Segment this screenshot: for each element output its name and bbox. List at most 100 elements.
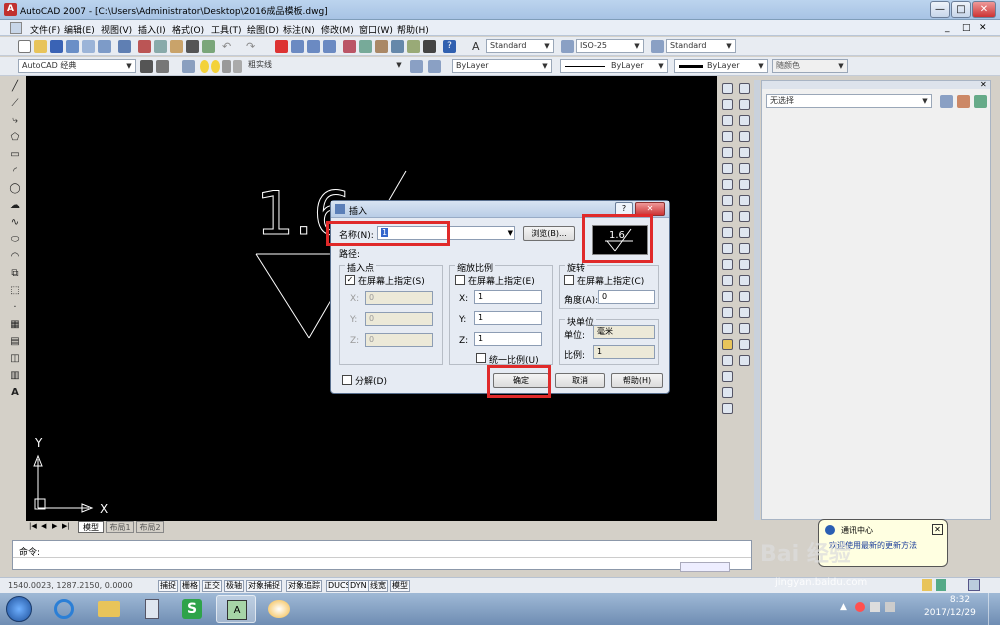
offset-icon[interactable]: [722, 131, 733, 142]
tab-next-icon[interactable]: ▶: [52, 522, 57, 530]
properties-icon[interactable]: [343, 40, 356, 53]
insert-block-icon[interactable]: ⧉: [9, 268, 21, 280]
tab-model[interactable]: 模型: [78, 521, 104, 533]
extend-icon[interactable]: [722, 243, 733, 254]
layer-color-icon[interactable]: [233, 60, 242, 73]
polar-toggle[interactable]: 极轴: [224, 580, 244, 592]
undo-icon[interactable]: ↶: [222, 40, 235, 53]
radius-dim-icon[interactable]: [739, 147, 750, 158]
quick-dim-icon[interactable]: [739, 211, 750, 222]
menu-edit[interactable]: 编辑(E): [64, 23, 95, 36]
tool-palettes-icon[interactable]: [375, 40, 388, 53]
layer-manager-icon[interactable]: [182, 60, 195, 73]
point-icon[interactable]: ·: [9, 302, 21, 314]
revcloud-icon[interactable]: ☁: [9, 200, 21, 212]
copy-object-icon[interactable]: [722, 99, 733, 110]
move-icon[interactable]: [722, 163, 733, 174]
menu-help[interactable]: 帮助(H): [397, 23, 429, 36]
explode-icon[interactable]: [722, 339, 733, 350]
browse-button[interactable]: 浏览(B)...: [523, 226, 575, 241]
gradient-icon[interactable]: ▤: [9, 336, 21, 348]
menu-insert[interactable]: 插入(I): [138, 23, 166, 36]
comm-center-icon[interactable]: [936, 579, 946, 591]
dim-edit-icon[interactable]: [739, 307, 750, 318]
make-block-icon[interactable]: ⬚: [9, 285, 21, 297]
menu-modify[interactable]: 修改(M): [321, 23, 354, 36]
text-style-icon[interactable]: A: [472, 40, 485, 53]
osnap-toggle[interactable]: 对象捕捉: [246, 580, 282, 592]
scale-y-input[interactable]: 1: [474, 311, 542, 325]
clock-time[interactable]: 8:32: [940, 595, 980, 605]
chamfer-icon[interactable]: [722, 307, 733, 318]
scale-x-input[interactable]: 1: [474, 290, 542, 304]
angular-dim-icon[interactable]: [739, 195, 750, 206]
redo-icon[interactable]: ↷: [246, 40, 259, 53]
line-icon[interactable]: ╱: [9, 81, 21, 93]
calculator-taskbar-icon[interactable]: [131, 595, 171, 623]
draworder-under-icon[interactable]: [722, 403, 733, 414]
clean-screen-icon[interactable]: [968, 579, 980, 591]
lock-toolbars-icon[interactable]: [922, 579, 932, 591]
tab-layout1[interactable]: 布局1: [106, 521, 134, 533]
polyline-icon[interactable]: ⤷: [9, 115, 21, 127]
maximize-button[interactable]: □: [951, 1, 971, 18]
text-style-select[interactable]: Standard ▼: [486, 39, 554, 53]
draworder-above-icon[interactable]: [722, 387, 733, 398]
linear-dim-icon[interactable]: [739, 83, 750, 94]
explode-checkbox[interactable]: [342, 375, 352, 385]
dim-style-manager-icon[interactable]: [739, 355, 750, 366]
table-icon[interactable]: ▥: [9, 370, 21, 382]
copy-icon[interactable]: [154, 40, 167, 53]
palette-side-strip[interactable]: [754, 80, 760, 520]
help-icon[interactable]: ?: [443, 40, 456, 53]
paint-taskbar-icon[interactable]: [258, 595, 298, 623]
color-select[interactable]: ByLayer ▼: [452, 59, 552, 73]
save-icon[interactable]: [50, 40, 63, 53]
block-editor-icon[interactable]: [202, 40, 215, 53]
scale-z-input[interactable]: 1: [474, 332, 542, 346]
mirror-icon[interactable]: [722, 115, 733, 126]
insert-z-input[interactable]: 0: [365, 333, 433, 347]
tab-first-icon[interactable]: |◀: [29, 522, 37, 530]
zoom-previous-icon[interactable]: [323, 40, 336, 53]
minimize-button[interactable]: —: [930, 1, 950, 18]
break-icon[interactable]: [722, 275, 733, 286]
explorer-taskbar-icon[interactable]: [88, 595, 128, 623]
match-properties-icon[interactable]: [186, 40, 199, 53]
3d-dwf-icon[interactable]: [118, 40, 131, 53]
tray-security-icon[interactable]: [855, 602, 865, 612]
table-style-icon[interactable]: [651, 40, 664, 53]
close-button[interactable]: ✕: [972, 1, 996, 18]
layer-lock-icon[interactable]: [222, 60, 231, 73]
calculator-icon[interactable]: [423, 40, 436, 53]
insert-onscreen-checkbox[interactable]: ✓: [345, 275, 355, 285]
publish-icon[interactable]: [98, 40, 111, 53]
workspace-save-icon[interactable]: [156, 60, 169, 73]
doc-icon[interactable]: [10, 22, 22, 34]
rotation-onscreen-checkbox[interactable]: [564, 275, 574, 285]
continue-dim-icon[interactable]: [739, 243, 750, 254]
menu-window[interactable]: 窗口(W): [359, 23, 393, 36]
draworder-back-icon[interactable]: [722, 371, 733, 382]
workspace-settings-icon[interactable]: [140, 60, 153, 73]
tab-prev-icon[interactable]: ◀: [41, 522, 46, 530]
balloon-close-icon[interactable]: ✕: [932, 524, 943, 535]
new-icon[interactable]: [18, 40, 31, 53]
rectangle-icon[interactable]: ▭: [9, 149, 21, 161]
sheet-set-icon[interactable]: [391, 40, 404, 53]
table-style-select[interactable]: Standard ▼: [666, 39, 736, 53]
tolerance-icon[interactable]: [739, 275, 750, 286]
break-at-point-icon[interactable]: [722, 259, 733, 270]
arc-icon[interactable]: ◜: [9, 166, 21, 178]
dim-text-edit-icon[interactable]: [739, 323, 750, 334]
erase-icon[interactable]: [722, 83, 733, 94]
dyn-toggle[interactable]: DYN: [348, 580, 369, 592]
circle-icon[interactable]: ◯: [9, 183, 21, 195]
baseline-dim-icon[interactable]: [739, 227, 750, 238]
cut-icon[interactable]: [138, 40, 151, 53]
otrack-toggle[interactable]: 对象追踪: [286, 580, 322, 592]
quick-leader-icon[interactable]: [739, 259, 750, 270]
clock-date[interactable]: 2017/12/29: [924, 608, 976, 618]
tab-layout2[interactable]: 布局2: [136, 521, 164, 533]
workspace-select[interactable]: AutoCAD 经典 ▼: [18, 59, 136, 73]
